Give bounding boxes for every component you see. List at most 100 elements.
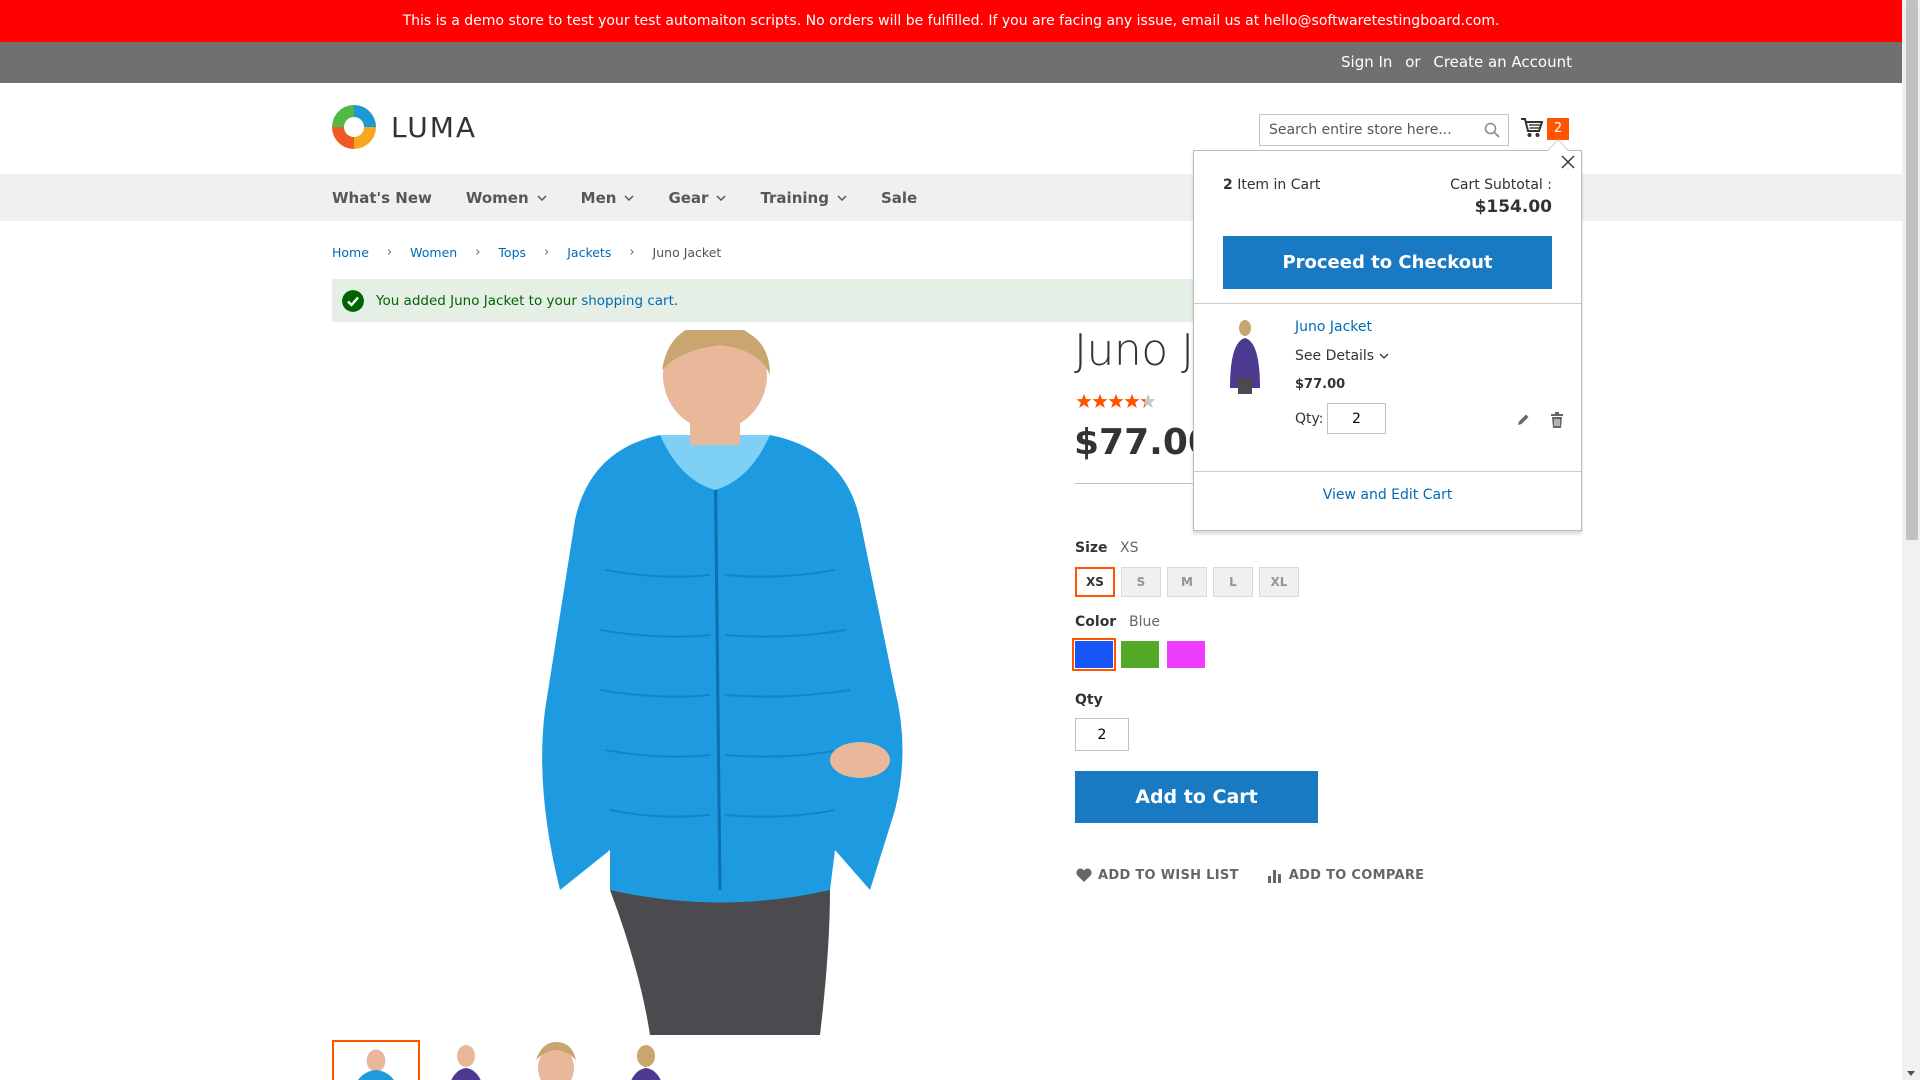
trash-icon[interactable] (1550, 412, 1564, 428)
main-navigation: What's New Women Men Gear Training Sale (0, 174, 1902, 221)
cart-count-badge: 2 (1547, 118, 1569, 140)
demo-notice-text: This is a demo store to test your test a… (402, 13, 1500, 29)
product-thumbnails (332, 1040, 692, 1080)
minicart-item-count: 2 Item in Cart (1223, 177, 1320, 193)
breadcrumb-current: Juno Jacket (652, 245, 722, 260)
nav-item-gear[interactable]: Gear (668, 189, 726, 207)
nav-item-sale[interactable]: Sale (881, 189, 917, 207)
add-to-cart-button[interactable]: Add to Cart (1075, 771, 1318, 823)
sign-in-link[interactable]: Sign In (1341, 53, 1392, 71)
nav-item-whats-new[interactable]: What's New (332, 189, 432, 207)
create-account-link[interactable]: Create an Account (1433, 53, 1572, 71)
divider (1194, 303, 1581, 304)
dropdown-arrow (1547, 139, 1569, 151)
view-and-edit-cart-link[interactable]: View and Edit Cart (1194, 487, 1581, 503)
product-price: $77.00 (1074, 422, 1194, 463)
check-circle-icon (342, 289, 364, 312)
nav-label: Women (465, 188, 529, 207)
pencil-edit-icon[interactable] (1516, 413, 1530, 427)
add-to-compare-link[interactable]: Add to Compare (1267, 867, 1425, 883)
or-separator: or (1405, 53, 1421, 71)
header-links: Sign In or Create an Account (1341, 42, 1572, 83)
breadcrumb-women[interactable]: Women (410, 245, 457, 260)
header-panel: Sign In or Create an Account (0, 42, 1902, 83)
search-box (1259, 114, 1509, 146)
page-scrollbar[interactable] (1902, 0, 1920, 1080)
see-details-toggle[interactable]: See Details (1295, 348, 1389, 364)
nav-label: Training (760, 188, 829, 207)
minicart-count-number: 2 (1223, 177, 1233, 193)
message-suffix: . (673, 292, 679, 309)
chevron-down-icon (537, 194, 547, 201)
star-half-icon (1140, 394, 1156, 408)
luma-logo-icon (332, 105, 376, 149)
product-main-image[interactable] (440, 330, 1000, 1035)
thumbnail-4[interactable] (602, 1040, 690, 1080)
see-details-label: See Details (1295, 348, 1375, 364)
minicart-qty-input[interactable] (1327, 403, 1386, 434)
color-option-blue[interactable] (1072, 638, 1116, 671)
minicart-item-name[interactable]: Juno Jacket (1295, 319, 1372, 335)
success-message: You added Juno Jacket to your shopping c… (332, 279, 1202, 322)
search-icon[interactable] (1484, 122, 1500, 138)
nav-item-men[interactable]: Men (581, 189, 635, 207)
search-input[interactable] (1260, 115, 1470, 145)
color-option-purple[interactable] (1167, 641, 1205, 668)
wishlist-label: Add to Wish List (1098, 867, 1239, 883)
chevron-right-icon: › (629, 245, 635, 260)
proceed-to-checkout-button[interactable]: Proceed to Checkout (1223, 236, 1552, 289)
scrollbar-thumb[interactable] (1906, 0, 1918, 540)
product-social-links: Add to Wish List Add to Compare (1076, 867, 1452, 883)
demo-notice-banner: This is a demo store to test your test a… (0, 0, 1902, 42)
minicart-item-image[interactable] (1222, 318, 1268, 394)
minicart-count-suffix: Item in Cart (1232, 177, 1321, 193)
star-icon (1092, 394, 1108, 408)
shopping-cart-link[interactable]: shopping cart (581, 293, 674, 309)
breadcrumb-jackets[interactable]: Jackets (567, 245, 611, 260)
chevron-right-icon: › (475, 245, 481, 260)
minicart-dropdown: 2 Item in Cart Cart Subtotal : $154.00 P… (1193, 139, 1582, 531)
close-icon[interactable] (1561, 155, 1575, 169)
chevron-down-icon (1379, 353, 1389, 359)
heart-icon (1076, 868, 1092, 882)
size-option-xs[interactable]: XS (1075, 567, 1115, 597)
qty-input[interactable] (1075, 718, 1129, 751)
nav-label: What's New (332, 188, 432, 207)
nav-label: Gear (668, 188, 709, 207)
cart-icon (1521, 118, 1543, 137)
star-icon (1124, 394, 1140, 408)
message-text: You added Juno Jacket to your (376, 292, 582, 309)
nav-label: Men (580, 188, 617, 207)
minicart-subtotal-label: Cart Subtotal : (1450, 177, 1552, 193)
logo-text: LUMA (391, 110, 478, 144)
color-selected-value: Blue (1129, 614, 1160, 630)
size-option-s[interactable]: S (1121, 567, 1161, 597)
size-option-xl[interactable]: XL (1259, 567, 1299, 597)
store-logo[interactable]: LUMA (332, 105, 477, 149)
nav-label: Sale (880, 188, 918, 207)
breadcrumb-home[interactable]: Home (332, 245, 369, 260)
qty-label: Qty (1075, 692, 1103, 708)
thumbnail-2[interactable] (422, 1040, 510, 1080)
size-option-m[interactable]: M (1167, 567, 1207, 597)
breadcrumb-tops[interactable]: Tops (498, 245, 526, 260)
breadcrumb: Home › Women › Tops › Jackets › Juno Jac… (332, 245, 721, 260)
chevron-down-icon (837, 194, 847, 201)
color-option-green[interactable] (1121, 641, 1159, 668)
add-to-wishlist-link[interactable]: Add to Wish List (1076, 867, 1239, 883)
compare-bars-icon (1267, 870, 1281, 883)
compare-label: Add to Compare (1288, 867, 1425, 883)
rating-stars[interactable] (1076, 393, 1156, 409)
chevron-down-icon (716, 194, 726, 201)
scroll-down-arrow-icon[interactable] (1907, 1071, 1915, 1076)
color-label: Color (1075, 614, 1117, 630)
thumbnail-3[interactable] (512, 1040, 600, 1080)
size-swatches: XS S M L XL (1075, 567, 1305, 597)
divider (1194, 471, 1581, 472)
nav-item-training[interactable]: Training (760, 188, 847, 207)
thumbnail-1[interactable] (332, 1040, 420, 1080)
size-option-l[interactable]: L (1213, 567, 1253, 597)
chevron-right-icon: › (544, 245, 550, 260)
nav-item-women[interactable]: Women (466, 189, 547, 207)
star-icon (1108, 394, 1124, 408)
